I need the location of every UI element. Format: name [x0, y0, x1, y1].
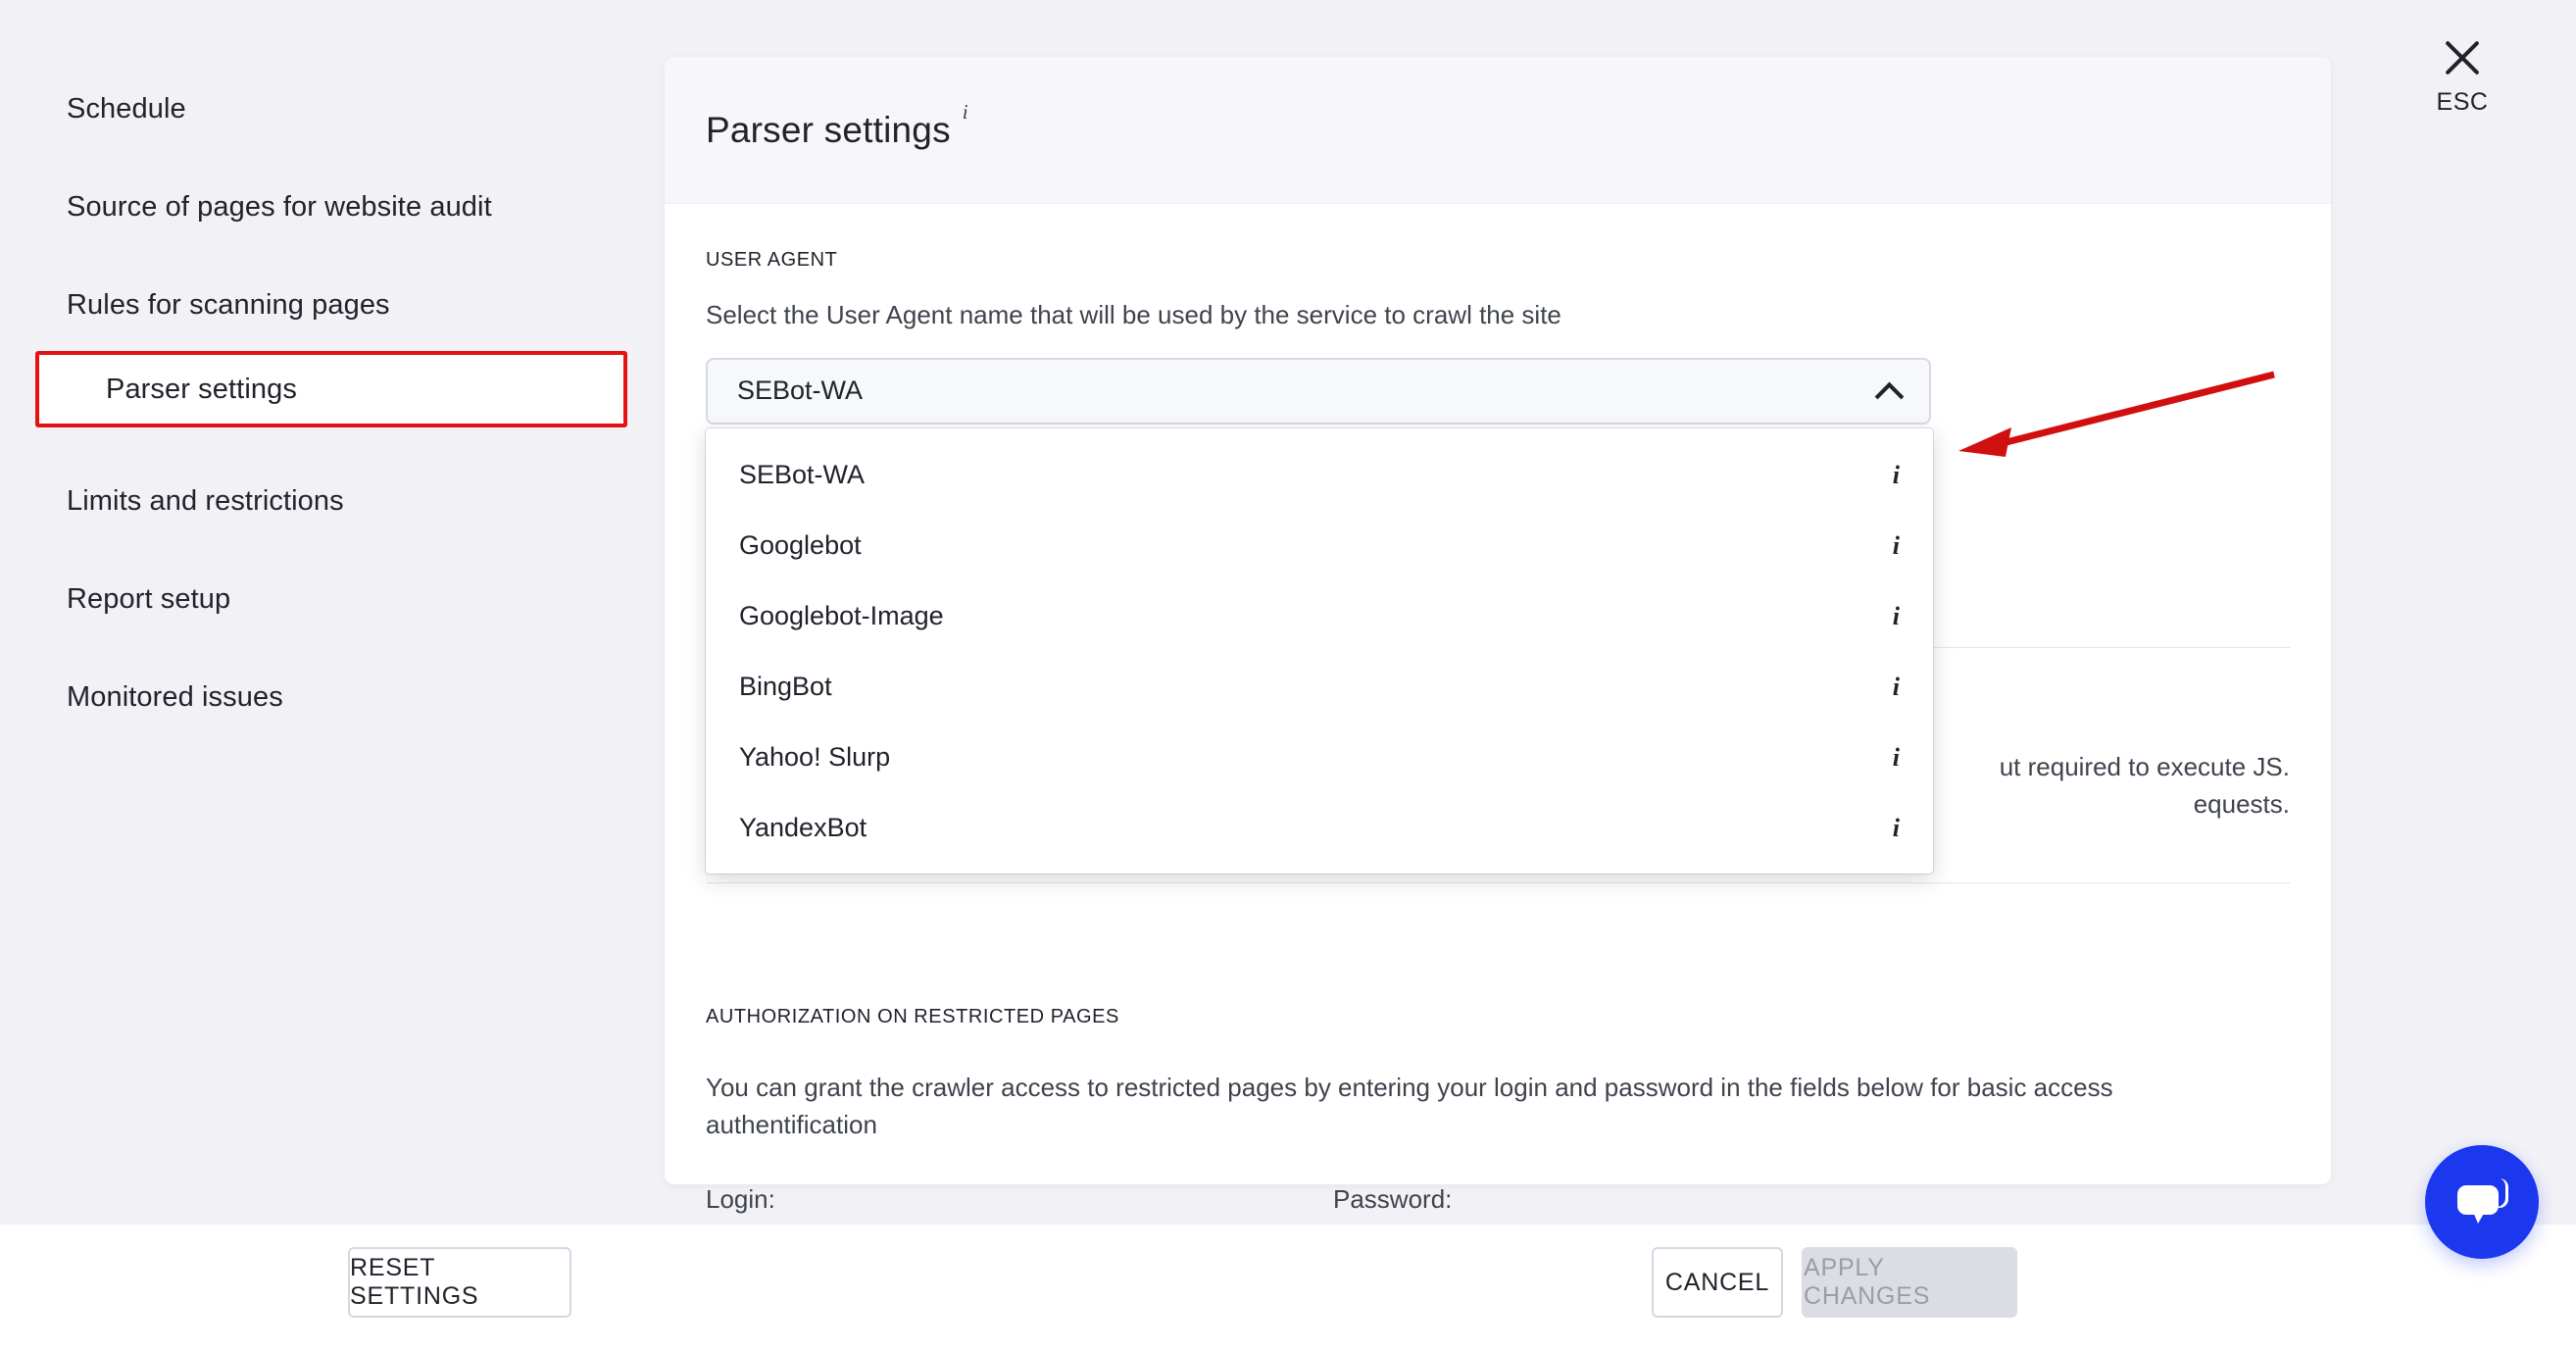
- sidebar-item-label: Rules for scanning pages: [67, 288, 390, 321]
- authorization-description: You can grant the crawler access to rest…: [706, 1073, 2113, 1140]
- sidebar-item-label: Source of pages for website audit: [67, 190, 492, 223]
- dropdown-option-yandexbot[interactable]: YandexBot i: [706, 793, 1933, 864]
- info-icon[interactable]: i: [1893, 673, 1900, 702]
- esc-label: ESC: [2436, 88, 2489, 116]
- chevron-up-icon[interactable]: [1876, 378, 1902, 404]
- close-modal-button[interactable]: ESC: [2421, 35, 2503, 117]
- sidebar-item-rules-for-scanning[interactable]: Rules for scanning pages: [0, 267, 596, 343]
- panel-body: USER AGENT Select the User Agent name th…: [665, 204, 2331, 1293]
- chat-bubble-icon: [2457, 1177, 2508, 1224]
- chat-widget-button[interactable]: [2425, 1145, 2539, 1259]
- sidebar-item-schedule[interactable]: Schedule: [0, 71, 596, 147]
- info-icon[interactable]: i: [1893, 743, 1900, 773]
- dropdown-option-yahoo-slurp[interactable]: Yahoo! Slurp i: [706, 723, 1933, 793]
- sidebar-item-label: Schedule: [67, 92, 186, 125]
- sidebar-item-label: Limits and restrictions: [67, 484, 344, 517]
- dropdown-option-label: Yahoo! Slurp: [739, 742, 891, 773]
- settings-modal-screen: Schedule Source of pages for website aud…: [0, 0, 2576, 1351]
- sidebar-item-source-of-pages[interactable]: Source of pages for website audit: [0, 169, 596, 245]
- dropdown-option-googlebot-image[interactable]: Googlebot-Image i: [706, 581, 1933, 652]
- close-icon[interactable]: [2440, 35, 2485, 80]
- settings-sidebar: Schedule Source of pages for website aud…: [0, 0, 665, 1225]
- user-agent-section-label: USER AGENT: [706, 249, 838, 271]
- user-agent-select-wrap: SEBot-WA SEBot-WA i Googlebot i Googlebo…: [706, 357, 1933, 874]
- user-agent-selected-value: SEBot-WA: [737, 375, 864, 406]
- dropdown-option-label: YandexBot: [739, 813, 867, 843]
- panel-header: Parser settings i: [665, 57, 2331, 204]
- sidebar-item-parser-settings[interactable]: Parser settings: [35, 351, 627, 427]
- info-icon[interactable]: i: [1893, 461, 1900, 490]
- dropdown-option-label: BingBot: [739, 672, 832, 702]
- info-icon[interactable]: i: [1893, 602, 1900, 631]
- sidebar-item-label: Monitored issues: [67, 680, 283, 713]
- dropdown-option-bingbot[interactable]: BingBot i: [706, 652, 1933, 723]
- info-icon[interactable]: i: [1893, 531, 1900, 561]
- sidebar-item-monitored-issues[interactable]: Monitored issues: [0, 659, 596, 735]
- sidebar-item-limits-and-restrictions[interactable]: Limits and restrictions: [0, 463, 596, 539]
- sidebar-item-label: Parser settings: [106, 373, 297, 405]
- login-label: Login:: [706, 1184, 775, 1214]
- user-agent-dropdown: SEBot-WA i Googlebot i Googlebot-Image i…: [706, 427, 1933, 874]
- dropdown-option-sebot-wa[interactable]: SEBot-WA i: [706, 440, 1933, 511]
- dropdown-option-label: Googlebot-Image: [739, 601, 944, 631]
- page-title: Parser settings: [706, 109, 951, 150]
- user-agent-description: Select the User Agent name that will be …: [706, 300, 1561, 329]
- cancel-button[interactable]: CANCEL: [1652, 1247, 1783, 1318]
- info-icon[interactable]: i: [1893, 814, 1900, 843]
- dropdown-option-googlebot[interactable]: Googlebot i: [706, 511, 1933, 581]
- section-divider: [706, 882, 2290, 883]
- password-label: Password:: [1333, 1184, 1453, 1214]
- apply-changes-button: APPLY CHANGES: [1802, 1247, 2017, 1318]
- sidebar-item-report-setup[interactable]: Report setup: [0, 561, 596, 637]
- authorization-section-label: AUTHORIZATION ON RESTRICTED PAGES: [706, 1006, 1119, 1027]
- dropdown-option-label: Googlebot: [739, 530, 862, 561]
- dropdown-option-label: SEBot-WA: [739, 460, 866, 490]
- reset-settings-button[interactable]: RESET SETTINGS: [348, 1247, 571, 1318]
- parser-settings-panel: Parser settings i USER AGENT Select the …: [665, 57, 2331, 1293]
- user-agent-select[interactable]: SEBot-WA: [706, 357, 1931, 425]
- info-icon[interactable]: i: [963, 100, 968, 125]
- sidebar-item-label: Report setup: [67, 582, 231, 615]
